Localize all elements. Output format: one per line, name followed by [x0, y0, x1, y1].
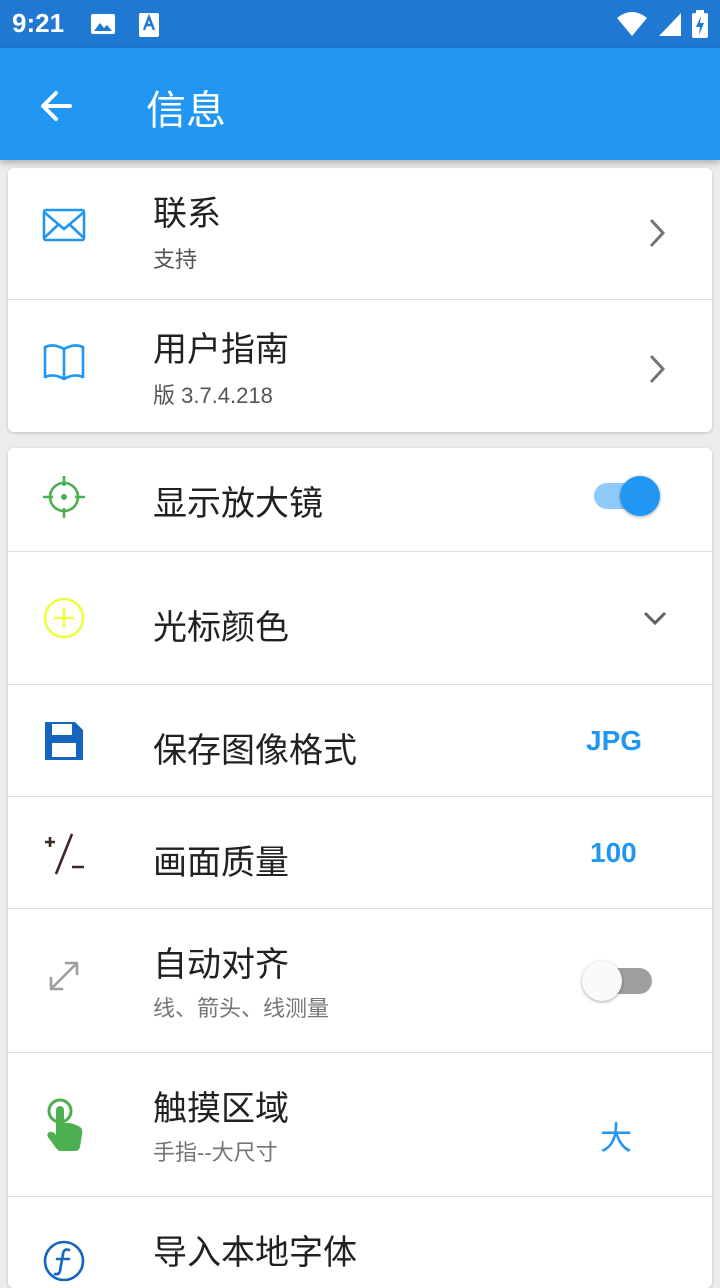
auto-align-row[interactable]: 自动对齐 线、箭头、线测量: [8, 909, 712, 1053]
quality-value[interactable]: 100: [590, 837, 637, 869]
settings-card: 显示放大镜 光标颜色 保存图像格式 JPG 画面质量 100 自动对齐 线、箭头…: [8, 448, 712, 1288]
touch-area-value[interactable]: 大: [600, 1113, 632, 1159]
info-card: 联系 支持 用户指南 版 3.7.4.218: [8, 168, 712, 432]
font-file-icon: [43, 1240, 85, 1282]
battery-charging-icon: [692, 10, 708, 38]
wifi-icon: [617, 12, 647, 36]
auto-align-subtitle: 线、箭头、线测量: [153, 996, 330, 1021]
user-guide-title: 用户指南: [153, 330, 289, 370]
contact-subtitle: 支持: [153, 247, 198, 272]
quality-row[interactable]: 画面质量 100: [8, 797, 712, 909]
import-font-title: 导入本地字体: [153, 1233, 357, 1273]
image-notification-icon: [91, 14, 115, 34]
save-icon: [45, 722, 83, 760]
resize-arrows-icon: [49, 961, 79, 991]
contact-row[interactable]: 联系 支持: [8, 168, 712, 300]
signal-icon: [659, 13, 681, 36]
add-circle-icon: [43, 597, 85, 639]
font-notification-icon: [139, 13, 159, 37]
image-format-title: 保存图像格式: [153, 731, 357, 771]
import-font-row[interactable]: 导入本地字体: [8, 1197, 712, 1288]
auto-align-toggle[interactable]: [582, 961, 654, 1001]
touch-area-row[interactable]: 触摸区域 手指--大尺寸 大: [8, 1053, 712, 1197]
version-text: 版 3.7.4.218: [153, 383, 273, 408]
chevron-right-icon: [649, 354, 666, 384]
user-guide-row[interactable]: 用户指南 版 3.7.4.218: [8, 300, 712, 432]
chevron-right-icon: [649, 218, 666, 248]
quality-title: 画面质量: [153, 843, 289, 883]
touch-area-title: 触摸区域: [153, 1089, 289, 1129]
cursor-color-title: 光标颜色: [153, 608, 289, 648]
magnifier-toggle[interactable]: [588, 476, 660, 516]
chevron-down-icon[interactable]: [640, 606, 670, 630]
page-title: 信息: [146, 88, 226, 134]
auto-align-title: 自动对齐: [153, 945, 289, 985]
app-bar: 信息: [0, 48, 720, 160]
status-time: 9:21: [12, 8, 65, 38]
book-icon: [43, 344, 85, 381]
crosshair-icon: [43, 476, 85, 518]
image-format-row[interactable]: 保存图像格式 JPG: [8, 685, 712, 797]
plus-minus-icon: [45, 833, 84, 875]
mail-icon: [42, 208, 86, 242]
status-bar: 9:21: [0, 0, 720, 48]
image-format-value[interactable]: JPG: [586, 725, 642, 757]
touch-finger-icon: [47, 1098, 83, 1151]
contact-title: 联系: [153, 194, 221, 234]
magnifier-title: 显示放大镜: [153, 484, 323, 524]
cursor-color-row[interactable]: 光标颜色: [8, 552, 712, 685]
back-arrow-icon[interactable]: [34, 84, 78, 128]
magnifier-row[interactable]: 显示放大镜: [8, 448, 712, 552]
touch-area-subtitle: 手指--大尺寸: [153, 1140, 278, 1165]
